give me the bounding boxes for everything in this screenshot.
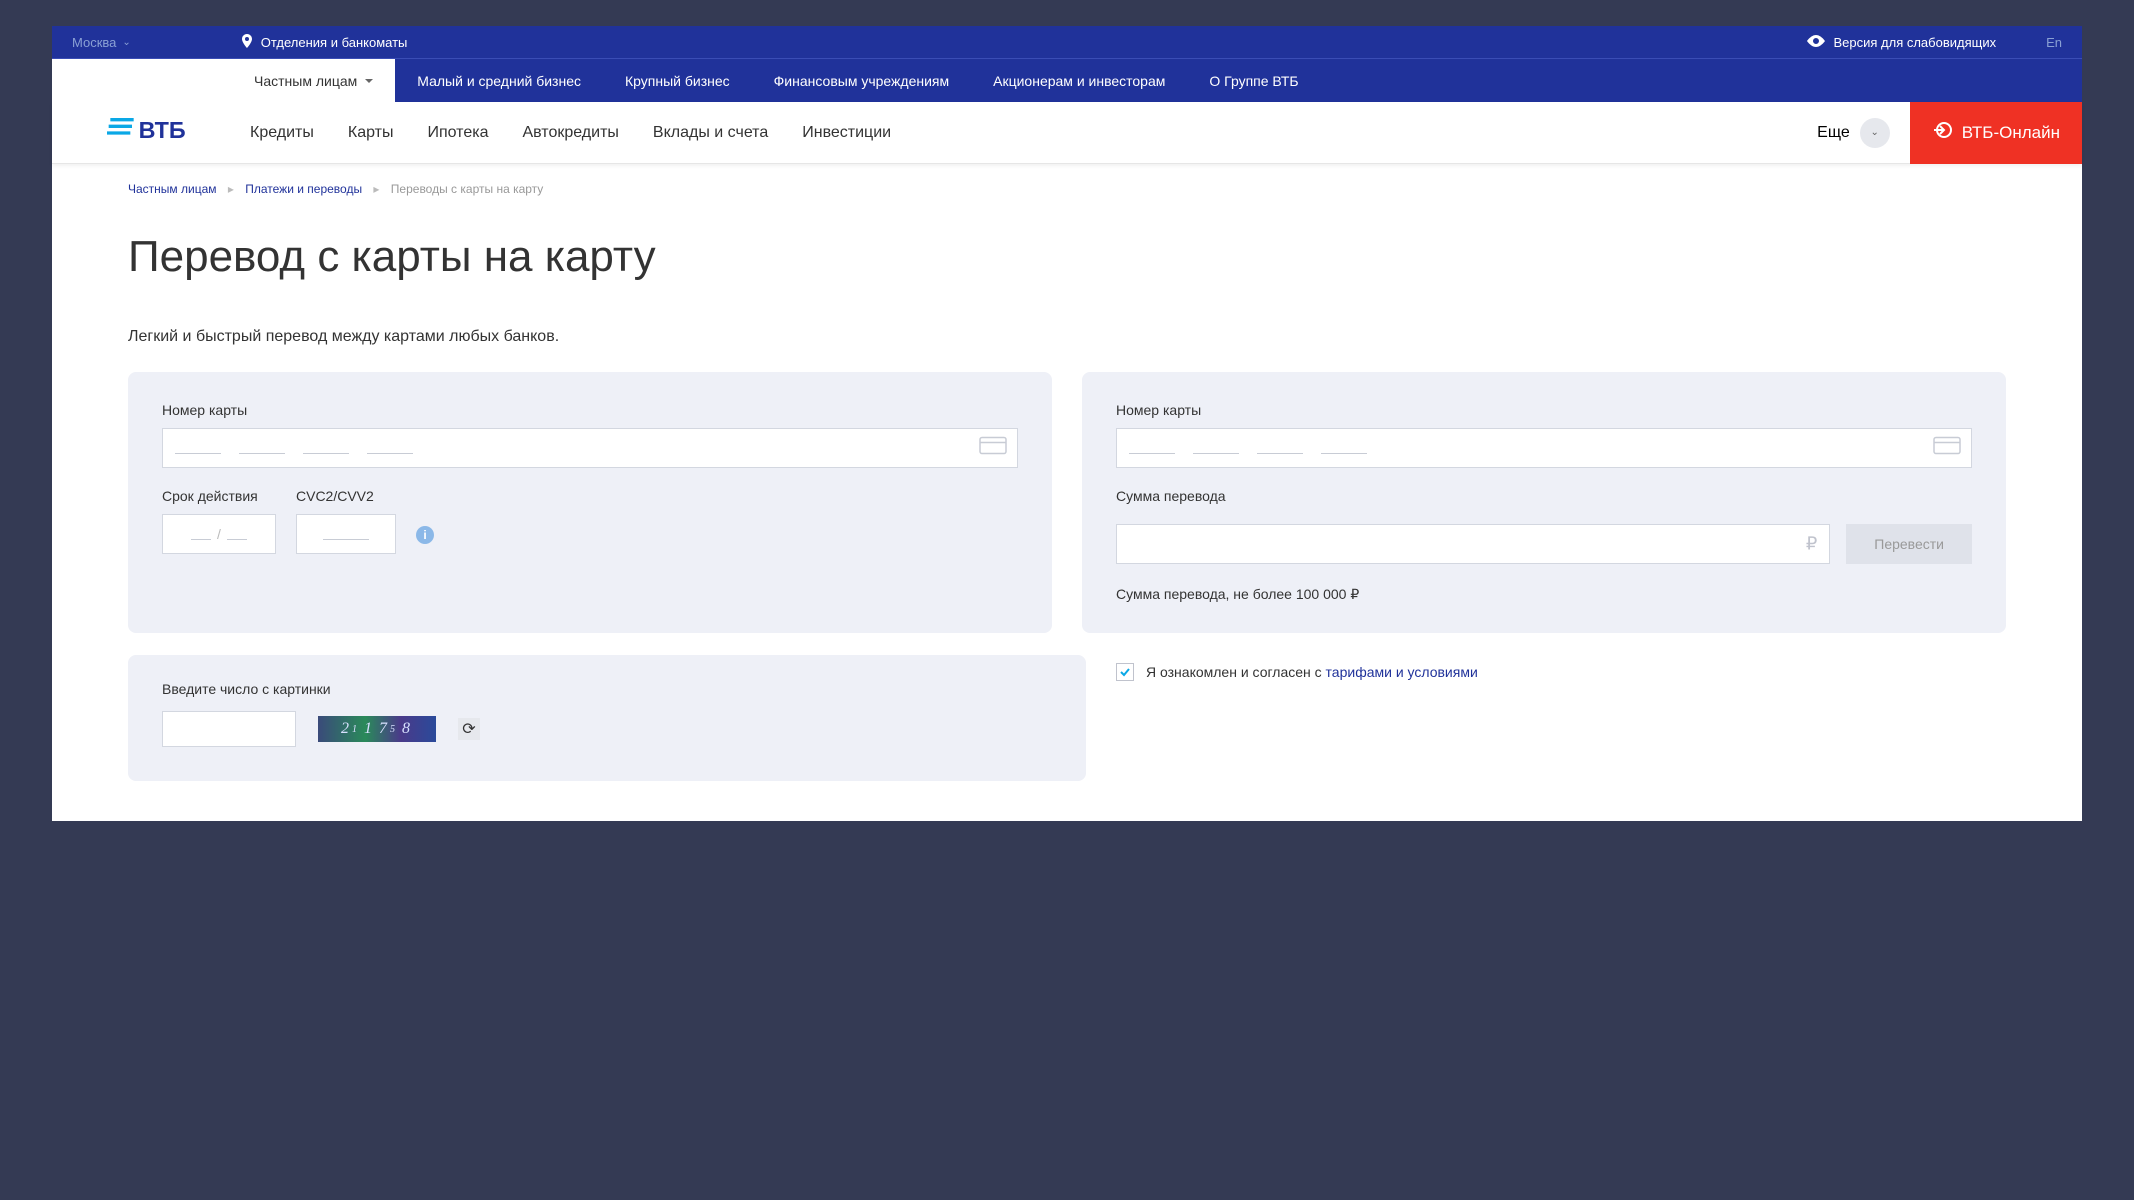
chevron-down-icon: [365, 79, 373, 83]
chevron-down-icon: ⌄: [1860, 118, 1890, 148]
location-pin-icon: [241, 34, 253, 51]
menu-mortgage[interactable]: Ипотека: [427, 124, 488, 142]
agreement-text: Я ознакомлен и согласен с тарифами и усл…: [1146, 664, 1478, 680]
main-menu: Кредиты Карты Ипотека Автокредиты Вклады…: [250, 124, 891, 142]
tab-financial[interactable]: Финансовым учреждениям: [752, 59, 971, 102]
captcha-input[interactable]: [162, 711, 296, 747]
tab-about[interactable]: О Группе ВТБ: [1187, 59, 1320, 102]
menu-autoloans[interactable]: Автокредиты: [522, 124, 618, 142]
sender-card-number-input[interactable]: [162, 428, 1018, 468]
recipient-card-number-input[interactable]: [1116, 428, 1972, 468]
tab-investors[interactable]: Акционерам и инвесторам: [971, 59, 1187, 102]
top-bar: Москва ⌄ Отделения и банкоматы Версия дл…: [52, 26, 2082, 58]
login-icon: [1932, 120, 1952, 145]
vtb-logo[interactable]: ВТБ: [52, 112, 232, 154]
eye-icon: [1807, 35, 1825, 50]
accessibility-link[interactable]: Версия для слабовидящих: [1807, 35, 1996, 50]
tab-corporate[interactable]: Крупный бизнес: [603, 59, 752, 102]
breadcrumb-separator: ▸: [228, 182, 234, 196]
reload-icon: ⟳: [462, 719, 475, 739]
accessibility-label: Версия для слабовидящих: [1833, 35, 1996, 50]
card-number-label: Номер карты: [1116, 402, 1972, 418]
captcha-label: Введите число с картинки: [162, 681, 1052, 697]
amount-label: Сумма перевода: [1116, 488, 1972, 504]
menu-investments[interactable]: Инвестиции: [802, 124, 891, 142]
page-subtitle: Легкий и быстрый перевод между картами л…: [128, 328, 2006, 346]
limit-text: Сумма перевода, не более 100 000 ₽: [1116, 586, 1972, 603]
agreement-block: Я ознакомлен и согласен с тарифами и усл…: [1116, 655, 2006, 781]
language-switch[interactable]: En: [2046, 35, 2062, 50]
tab-individuals[interactable]: Частным лицам: [232, 59, 395, 102]
svg-text:ВТБ: ВТБ: [139, 117, 186, 143]
card-icon: [1933, 437, 1961, 460]
expiry-label: Срок действия: [162, 488, 276, 504]
transfer-button[interactable]: Перевести: [1846, 524, 1972, 564]
main-menu-bar: ВТБ Кредиты Карты Ипотека Автокредиты Вк…: [52, 102, 2082, 164]
menu-deposits[interactable]: Вклады и счета: [653, 124, 768, 142]
captcha-reload-button[interactable]: ⟳: [458, 718, 480, 740]
menu-cards[interactable]: Карты: [348, 124, 394, 142]
cvc-label: CVC2/CVV2: [296, 488, 396, 504]
menu-more[interactable]: Еще ⌄: [1817, 118, 1890, 148]
sender-card-panel: Номер карты Срок действия /: [128, 372, 1052, 633]
breadcrumb-current: Переводы с карты на карту: [391, 182, 544, 196]
card-icon: [979, 437, 1007, 460]
vtb-online-button[interactable]: ВТБ-Онлайн: [1910, 102, 2082, 164]
chevron-down-icon: ⌄: [122, 37, 130, 48]
expiry-input[interactable]: /: [162, 514, 276, 554]
tab-small-business[interactable]: Малый и средний бизнес: [395, 59, 603, 102]
breadcrumb-item[interactable]: Платежи и переводы: [245, 182, 362, 196]
menu-credits[interactable]: Кредиты: [250, 124, 314, 142]
agreement-checkbox[interactable]: [1116, 663, 1134, 681]
captcha-image: 211758: [318, 716, 436, 742]
city-name: Москва: [72, 35, 116, 50]
cvc-input[interactable]: [296, 514, 396, 554]
ruble-icon: ₽: [1806, 534, 1817, 555]
customer-segment-nav: Частным лицам Малый и средний бизнес Кру…: [52, 58, 2082, 102]
city-selector[interactable]: Москва ⌄: [72, 35, 131, 50]
logo-block: [52, 59, 232, 102]
breadcrumb: Частным лицам ▸ Платежи и переводы ▸ Пер…: [128, 182, 2006, 196]
info-icon[interactable]: i: [416, 526, 434, 544]
branches-link[interactable]: Отделения и банкоматы: [241, 34, 408, 51]
page-title: Перевод с карты на карту: [128, 232, 2006, 282]
card-number-label: Номер карты: [162, 402, 1018, 418]
branches-label: Отделения и банкоматы: [261, 35, 408, 50]
captcha-panel: Введите число с картинки 211758 ⟳: [128, 655, 1086, 781]
terms-link[interactable]: тарифами и условиями: [1326, 664, 1478, 680]
breadcrumb-separator: ▸: [373, 182, 379, 196]
amount-input[interactable]: ₽: [1116, 524, 1830, 564]
recipient-card-panel: Номер карты Сумма перевода ₽ П: [1082, 372, 2006, 633]
breadcrumb-item[interactable]: Частным лицам: [128, 182, 217, 196]
